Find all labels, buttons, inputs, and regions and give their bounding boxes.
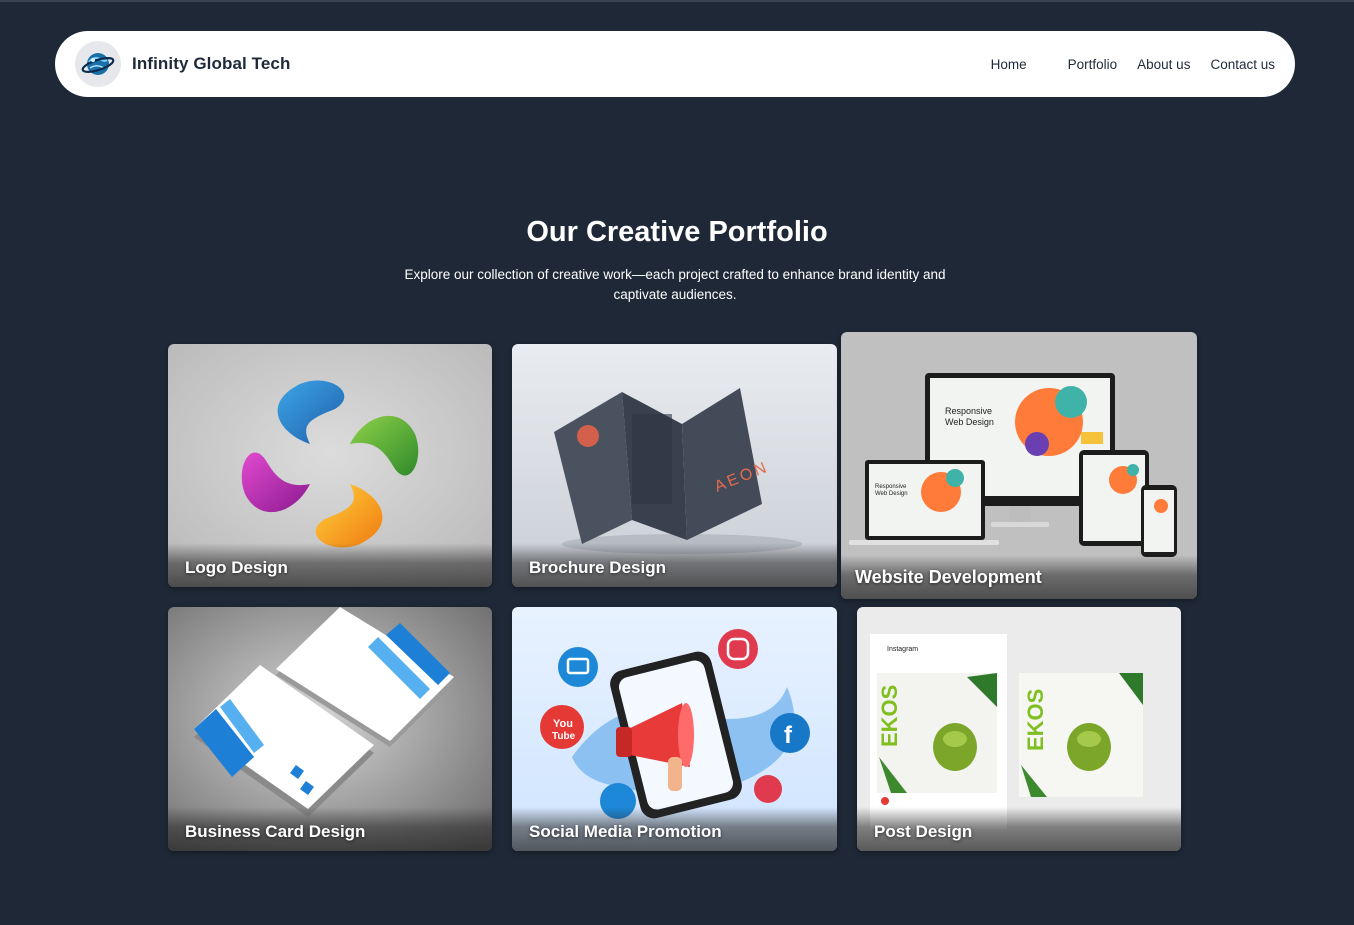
card-label: Brochure Design bbox=[529, 558, 666, 577]
card-label: Website Development bbox=[855, 567, 1042, 587]
portfolio-card-website-development[interactable]: Responsive Web Design Responsive Web Des… bbox=[841, 332, 1197, 599]
portfolio-card-post-design[interactable]: Instagram EKOS EKOS Post Design bbox=[857, 607, 1181, 851]
card-label: Post Design bbox=[874, 822, 973, 841]
svg-text:Web Design: Web Design bbox=[945, 417, 994, 427]
portfolio-card-logo-design[interactable]: Logo Design bbox=[168, 344, 492, 587]
nav-links: Home Portfolio About us Contact us bbox=[991, 57, 1275, 72]
post-brand-text-1: EKOS bbox=[877, 685, 902, 747]
svg-text:Tube: Tube bbox=[552, 731, 576, 742]
post-platform-text: Instagram bbox=[887, 646, 918, 653]
brand-name[interactable]: Infinity Global Tech bbox=[132, 54, 290, 74]
navbar: Infinity Global Tech Home Portfolio Abou… bbox=[55, 31, 1295, 97]
brand[interactable]: Infinity Global Tech bbox=[75, 41, 290, 87]
card-label: Logo Design bbox=[185, 558, 288, 577]
svg-text:You: You bbox=[553, 718, 573, 730]
card-label: Social Media Promotion bbox=[529, 822, 722, 841]
portfolio-card-social-media-promotion[interactable]: You Tube f Social Media Promotion bbox=[512, 607, 837, 851]
globe-logo-icon[interactable] bbox=[75, 41, 121, 87]
portfolio-card-brochure-design[interactable]: AEON Brochure Design bbox=[512, 344, 837, 587]
svg-text:Responsive: Responsive bbox=[945, 406, 992, 416]
nav-home-link[interactable]: Home bbox=[991, 57, 1027, 72]
nav-about-link[interactable]: About us bbox=[1137, 57, 1190, 72]
svg-text:f: f bbox=[784, 722, 793, 749]
top-border bbox=[0, 0, 1354, 2]
nav-contact-link[interactable]: Contact us bbox=[1210, 57, 1275, 72]
card-label: Business Card Design bbox=[185, 822, 366, 841]
portfolio-card-business-card-design[interactable]: Business Card Design bbox=[168, 607, 492, 851]
svg-text:Responsive: Responsive bbox=[875, 484, 907, 490]
page-subtitle: Explore our collection of creative work—… bbox=[404, 267, 946, 302]
svg-text:Web Design: Web Design bbox=[875, 491, 908, 497]
post-brand-text-2: EKOS bbox=[1023, 689, 1048, 751]
page-title: Our Creative Portfolio bbox=[526, 216, 828, 248]
nav-portfolio-link[interactable]: Portfolio bbox=[1068, 57, 1118, 72]
